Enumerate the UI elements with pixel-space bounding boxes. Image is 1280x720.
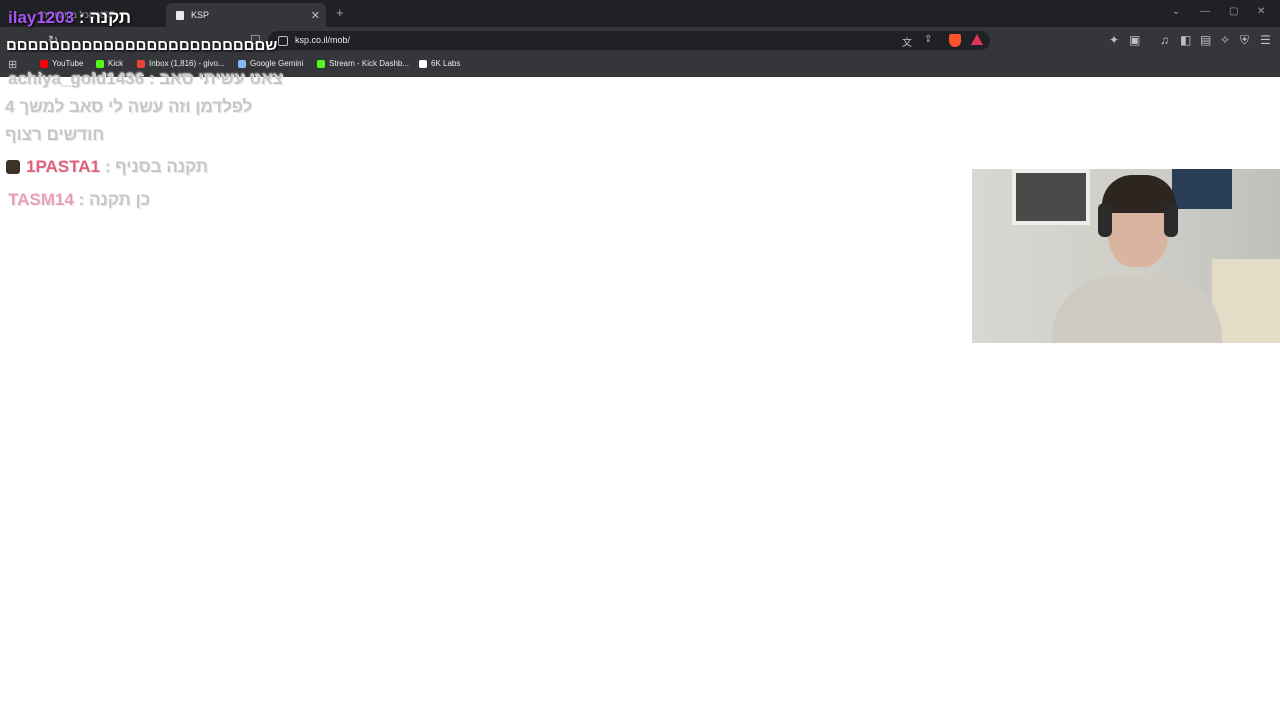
chat-text: : תקנה [78, 8, 132, 27]
tab-search-icon[interactable]: ⌄ [1172, 6, 1180, 17]
webcam-blanket [1212, 259, 1280, 343]
bookmark-label: 6K Labs [431, 59, 461, 68]
leo-ai-icon[interactable]: ✧ [1220, 33, 1230, 47]
close-icon[interactable]: ✕ [311, 9, 320, 22]
vpn-icon[interactable]: ⛨ [1240, 33, 1249, 48]
chat-username: 1PASTA1 [26, 157, 101, 176]
site-info-icon[interactable] [278, 36, 288, 46]
chat-message-top: ilay1203 : תקנה [8, 8, 131, 28]
tab-label: KSP [191, 10, 210, 20]
headset-icon [1098, 203, 1112, 237]
minimize-icon[interactable]: — [1200, 6, 1210, 17]
headset-icon [1164, 203, 1178, 237]
kick-icon [317, 59, 325, 68]
chat-text: : צאט עשיתי סאב [148, 69, 283, 88]
chat-text: חודשים רצוף [5, 125, 105, 144]
chat-username: achiya_gold1436 [8, 69, 145, 88]
tab-ksp[interactable]: KSP ✕ [166, 3, 326, 27]
chat-spam-line: שםםםםםםםםםםםםםםםםםםםםםםםם [6, 37, 277, 54]
sidebar-icon[interactable]: ◧ [1180, 33, 1191, 47]
new-tab-icon[interactable]: + [336, 5, 344, 20]
bookmark-label: Stream - Kick Dashb... [329, 59, 410, 68]
webcam-feed [972, 169, 1280, 343]
chat-text: : תקנה בסניף [104, 157, 209, 176]
menu-icon[interactable]: ☰ [1260, 33, 1271, 47]
screenshot-icon[interactable]: ▣ [1129, 33, 1140, 47]
gemini-icon [238, 59, 246, 68]
bookmark-youtube[interactable]: YouTube [40, 59, 83, 68]
share-icon[interactable]: ⇪ [924, 34, 932, 45]
chat-username: ilay1203 [8, 8, 75, 27]
brave-rewards-icon[interactable] [971, 34, 983, 45]
page-icon [176, 10, 184, 20]
url-text[interactable]: ksp.co.il/mob/ [295, 35, 350, 45]
bookmark-label: Google Gemini [250, 59, 304, 68]
close-window-icon[interactable]: ✕ [1257, 6, 1265, 17]
maximize-icon[interactable]: ▢ [1229, 6, 1238, 17]
bookmark-label: Kick [108, 59, 124, 68]
translate-icon[interactable]: 文 [902, 34, 912, 49]
youtube-icon [40, 59, 48, 68]
6k-labs-icon [419, 59, 427, 68]
badge-icon [6, 160, 20, 174]
extensions-icon[interactable]: ✦ [1109, 33, 1119, 47]
media-icon[interactable]: ♫ [1160, 33, 1169, 47]
chat-text: : כן תקנה [78, 190, 150, 209]
gmail-icon [137, 59, 145, 68]
chat-text: לפלדמן וזה עשה לי סאב למשך 4 [5, 97, 253, 116]
address-bar[interactable]: ksp.co.il/mob/ 文 ⇪ [268, 31, 990, 50]
bookmark-label: YouTube [52, 59, 84, 68]
tab-strip: הכל בקטגוריה KSP KSP ✕ + ⌄ — ▢ ✕ [0, 0, 1280, 27]
webcam-window [1012, 169, 1090, 225]
kick-icon [96, 59, 104, 68]
chat-message-continuation: לפלדמן וזה עשה לי סאב למשך 4 [5, 97, 252, 117]
chat-message: 1PASTA1 : תקנה בסניף [6, 157, 208, 177]
brave-shield-icon[interactable] [949, 34, 961, 47]
chat-message-continuation: חודשים רצוף [5, 125, 104, 145]
bookmark-gemini[interactable]: Google Gemini [238, 59, 303, 68]
bookmark-label: Inbox (1,816) - givo... [149, 59, 225, 68]
chat-message: TASM14 : כן תקנה [8, 190, 150, 210]
webcam-poster [1172, 169, 1232, 209]
wallet-icon[interactable]: ▤ [1200, 33, 1211, 47]
bookmark-gmail[interactable]: Inbox (1,816) - givo... [137, 59, 225, 68]
bookmark-kick-dashboard[interactable]: Stream - Kick Dashb... [317, 59, 409, 68]
chat-username: TASM14 [8, 190, 74, 209]
chat-message: achiya_gold1436 : צאט עשיתי סאב [8, 69, 283, 89]
bookmark-kick[interactable]: Kick [96, 59, 123, 68]
bookmark-6k-labs[interactable]: 6K Labs [419, 59, 460, 68]
chat-text: שםםםםםםםםםםםםםםםםםםםםםםםם [6, 37, 278, 54]
